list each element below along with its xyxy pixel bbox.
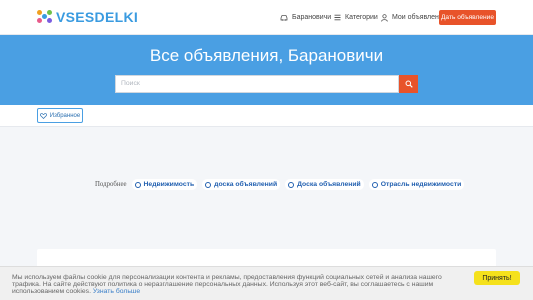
cookie-text: Мы используем файлы cookie для персонали… (12, 274, 467, 295)
search-input[interactable]: Поиск (115, 75, 399, 93)
page-title: Все объявления, Барановичи (149, 46, 384, 65)
related-tags: Подробнее Недвижимость доска объявлений … (95, 179, 469, 190)
user-icon (381, 13, 388, 22)
tag-label: Отрасль недвижимости (380, 181, 462, 188)
toolbar-strip: Избранное (0, 105, 533, 127)
arrow-circle-icon (205, 181, 212, 188)
tag-label: доска объявлений (214, 181, 278, 188)
search-button[interactable] (399, 75, 418, 93)
favorites-label: Избранное (49, 112, 81, 119)
arrow-circle-icon (288, 181, 295, 188)
nav-city[interactable]: Барановичи (280, 10, 331, 25)
tag-link[interactable]: Недвижимость (131, 179, 198, 190)
tags-label: Подробнее (95, 181, 127, 188)
logo-text: VSESDELKI (56, 9, 139, 25)
nav-categories[interactable]: Категории (334, 10, 378, 25)
heart-icon (39, 112, 47, 119)
top-navbar: VSESDELKI Барановичи Категории Мои объяв… (0, 0, 533, 35)
cookie-learn-more-link[interactable]: Узнать больше (93, 288, 140, 295)
favorites-button[interactable]: Избранное (37, 108, 83, 123)
nav-categories-label: Категории (345, 14, 378, 21)
tag-label: Недвижимость (143, 181, 195, 188)
search-placeholder: Поиск (121, 80, 140, 87)
site-logo[interactable]: VSESDELKI (37, 9, 138, 25)
arrow-circle-icon (134, 181, 141, 188)
cookie-banner: Мы используем файлы cookie для персонали… (0, 266, 533, 300)
tag-link[interactable]: доска объявлений (202, 179, 281, 190)
cookie-accept-button[interactable]: Принять! (474, 271, 520, 285)
arrow-circle-icon (371, 181, 378, 188)
nav-my-ads[interactable]: Мои объявления (381, 10, 447, 25)
list-icon (334, 14, 341, 21)
tag-link[interactable]: Доска объявлений (285, 179, 364, 190)
hero-banner: Все объявления, Барановичи Поиск (0, 35, 533, 105)
search-icon (405, 80, 413, 88)
car-icon (280, 15, 288, 21)
tag-label: Доска объявлений (297, 181, 361, 188)
cookie-message: Мы используем файлы cookie для персонали… (12, 274, 442, 295)
logo-icon (37, 10, 53, 24)
nav-city-label: Барановичи (292, 14, 332, 21)
tag-link[interactable]: Отрасль недвижимости (368, 179, 465, 190)
post-ad-button[interactable]: Дать объявление (439, 10, 496, 25)
